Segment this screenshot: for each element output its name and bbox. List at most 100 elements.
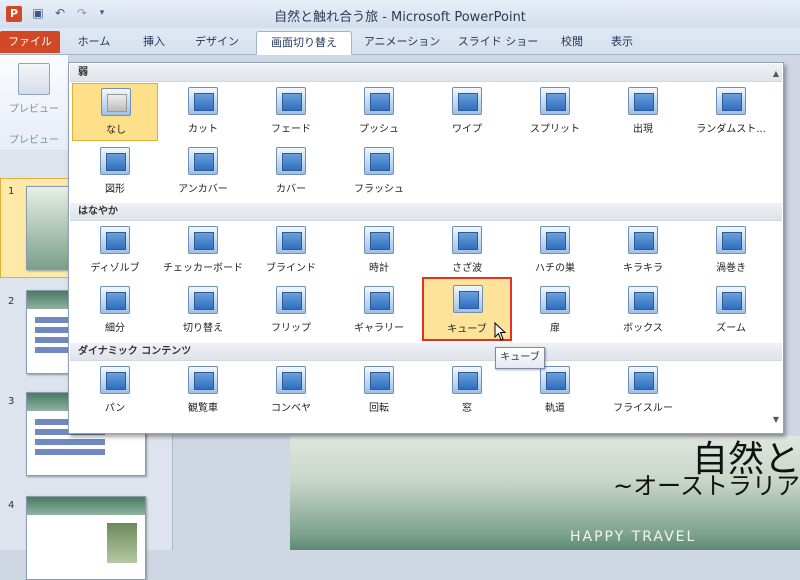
transition-uncover-icon bbox=[188, 147, 218, 175]
tab-file[interactable]: ファイル bbox=[0, 31, 60, 53]
transition-window[interactable]: 窓 bbox=[424, 362, 510, 420]
current-slide[interactable]: 自然と ~オーストラリア HAPPY TRAVEL bbox=[290, 436, 800, 550]
transition-ferris-wheel-icon bbox=[188, 366, 218, 394]
tab-animations[interactable]: アニメーション bbox=[358, 31, 446, 53]
transition-none-icon bbox=[101, 88, 131, 116]
transition-label: チェッカーボード bbox=[163, 263, 243, 274]
transition-wipe-icon bbox=[452, 87, 482, 115]
transition-vortex-icon bbox=[716, 226, 746, 254]
transition-reveal-icon bbox=[628, 87, 658, 115]
transition-shape-icon bbox=[100, 147, 130, 175]
transition-box-icon bbox=[628, 286, 658, 314]
scroll-down-icon[interactable]: ▼ bbox=[769, 413, 783, 427]
transition-label: ボックス bbox=[623, 323, 663, 334]
transition-random-bars-icon bbox=[716, 87, 746, 115]
transition-random-bars[interactable]: ランダムスト... bbox=[688, 83, 774, 141]
transition-glitter-icon bbox=[628, 226, 658, 254]
transition-flash[interactable]: フラッシュ bbox=[336, 143, 422, 201]
transition-label: ハチの巣 bbox=[535, 263, 575, 274]
slide-number: 2 bbox=[8, 296, 15, 307]
transition-ferris-wheel[interactable]: 観覧車 bbox=[160, 362, 246, 420]
transition-dissolve-icon bbox=[100, 226, 130, 254]
gallery-scrollbar[interactable]: ▲ ▼ bbox=[769, 63, 783, 431]
transition-honeycomb-icon bbox=[540, 226, 570, 254]
preview-group-label: プレビュー bbox=[9, 135, 59, 146]
transition-blinds[interactable]: ブラインド bbox=[248, 222, 334, 280]
transition-uncover[interactable]: アンカバー bbox=[160, 143, 246, 201]
transition-shred-icon bbox=[100, 286, 130, 314]
transition-label: ディゾルブ bbox=[90, 263, 140, 274]
transition-flip[interactable]: フリップ bbox=[248, 282, 334, 340]
preview-button-label[interactable]: プレビュー bbox=[0, 100, 68, 115]
transition-doors[interactable]: 扉 bbox=[512, 282, 598, 340]
preview-icon[interactable] bbox=[18, 63, 50, 95]
transition-label: コンベヤ bbox=[271, 403, 311, 414]
transition-shape[interactable]: 図形 bbox=[72, 143, 158, 201]
transition-orbit[interactable]: 軌道 bbox=[512, 362, 598, 420]
transition-window-icon bbox=[452, 366, 482, 394]
transition-flash-icon bbox=[364, 147, 394, 175]
transition-switch[interactable]: 切り替え bbox=[160, 282, 246, 340]
transition-checkerboard[interactable]: チェッカーボード bbox=[160, 222, 246, 280]
transition-none[interactable]: なし bbox=[72, 83, 158, 141]
transition-glitter[interactable]: キラキラ bbox=[600, 222, 686, 280]
scroll-up-icon[interactable]: ▲ bbox=[769, 67, 783, 81]
transition-label: 観覧車 bbox=[188, 403, 218, 414]
transition-cut-icon bbox=[188, 87, 218, 115]
transition-switch-icon bbox=[188, 286, 218, 314]
transition-vortex[interactable]: 渦巻き bbox=[688, 222, 774, 280]
transition-label: ワイプ bbox=[452, 124, 482, 135]
transition-shred[interactable]: 細分 bbox=[72, 282, 158, 340]
transition-label: 時計 bbox=[369, 263, 389, 274]
transition-label: ズーム bbox=[716, 323, 746, 334]
tab-review[interactable]: 校閲 bbox=[550, 31, 594, 53]
transition-push[interactable]: プッシュ bbox=[336, 83, 422, 141]
transition-wipe[interactable]: ワイプ bbox=[424, 83, 510, 141]
transition-split[interactable]: スプリット bbox=[512, 83, 598, 141]
transition-tooltip: キューブ bbox=[495, 347, 545, 369]
transition-fly-through[interactable]: フライスルー bbox=[600, 362, 686, 420]
slide-thumbnail-4[interactable] bbox=[26, 496, 146, 580]
transition-reveal[interactable]: 出現 bbox=[600, 83, 686, 141]
transition-conveyor[interactable]: コンベヤ bbox=[248, 362, 334, 420]
tab-insert[interactable]: 挿入 bbox=[128, 31, 180, 53]
transition-gallery-icon bbox=[364, 286, 394, 314]
transition-label: 扉 bbox=[550, 323, 560, 334]
window-title: 自然と触れ合う旅 - Microsoft PowerPoint bbox=[274, 10, 526, 25]
transition-label: ランダムスト... bbox=[696, 124, 766, 135]
tab-design[interactable]: デザイン bbox=[186, 31, 248, 53]
transition-gallery: 弱 なし カット フェード プッシュ ワイプ スプリット 出現 ランダムスト..… bbox=[68, 62, 784, 434]
transition-pan[interactable]: パン bbox=[72, 362, 158, 420]
ribbon-tabs: ファイル ホーム 挿入 デザイン 画面切り替え アニメーション スライド ショー… bbox=[0, 28, 800, 55]
transition-label: さざ波 bbox=[452, 263, 482, 274]
transition-orbit-icon bbox=[540, 366, 570, 394]
transition-honeycomb[interactable]: ハチの巣 bbox=[512, 222, 598, 280]
transition-label: 切り替え bbox=[183, 323, 223, 334]
transition-label: パン bbox=[104, 403, 126, 414]
transition-rotate-icon bbox=[364, 366, 394, 394]
tab-transitions[interactable]: 画面切り替え bbox=[256, 31, 352, 55]
slide-number: 1 bbox=[8, 186, 15, 197]
tab-view[interactable]: 表示 bbox=[600, 31, 644, 53]
transition-cut[interactable]: カット bbox=[160, 83, 246, 141]
transition-box[interactable]: ボックス bbox=[600, 282, 686, 340]
transition-cover[interactable]: カバー bbox=[248, 143, 334, 201]
transition-clock[interactable]: 時計 bbox=[336, 222, 422, 280]
transition-label: 軌道 bbox=[545, 403, 565, 414]
transition-conveyor-icon bbox=[276, 366, 306, 394]
transition-ripple[interactable]: さざ波 bbox=[424, 222, 510, 280]
slide-subtitle: ~オーストラリア bbox=[613, 472, 800, 500]
transition-label: 回転 bbox=[369, 403, 389, 414]
transition-label: 図形 bbox=[105, 184, 125, 195]
transition-fade[interactable]: フェード bbox=[248, 83, 334, 141]
transition-gallery[interactable]: ギャラリー bbox=[336, 282, 422, 340]
transition-zoom[interactable]: ズーム bbox=[688, 282, 774, 340]
transition-rotate[interactable]: 回転 bbox=[336, 362, 422, 420]
transition-label: キラキラ bbox=[623, 263, 663, 274]
tab-slide-show[interactable]: スライド ショー bbox=[452, 31, 544, 53]
tab-home[interactable]: ホーム bbox=[66, 31, 122, 53]
transition-ripple-icon bbox=[452, 226, 482, 254]
transition-dissolve[interactable]: ディゾルブ bbox=[72, 222, 158, 280]
transition-split-icon bbox=[540, 87, 570, 115]
transition-label: 細分 bbox=[105, 323, 125, 334]
